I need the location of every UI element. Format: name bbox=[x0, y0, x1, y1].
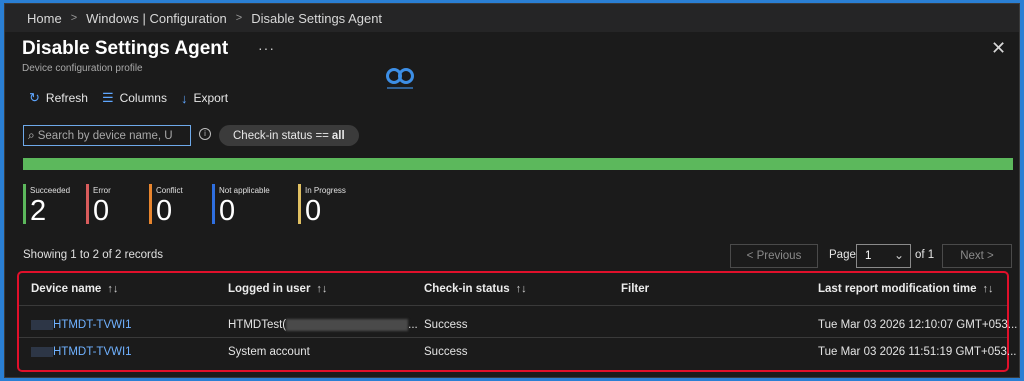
page-title: Disable Settings Agent bbox=[22, 38, 229, 59]
stat-label: Succeeded bbox=[30, 186, 71, 195]
stat-value: 0 bbox=[219, 195, 236, 227]
stat-value: 2 bbox=[30, 195, 47, 227]
stat-bar bbox=[23, 184, 26, 224]
breadcrumb-windows-configuration[interactable]: Windows | Configuration bbox=[86, 11, 227, 26]
stat-conflict[interactable]: Conflict 0 bbox=[149, 184, 212, 226]
search-input[interactable] bbox=[37, 129, 184, 142]
stat-not-applicable[interactable]: Not applicable 0 bbox=[212, 184, 298, 226]
breadcrumb: Home > Windows | Configuration > Disable… bbox=[5, 4, 1019, 32]
stat-label: Not applicable bbox=[219, 186, 270, 195]
export-button[interactable]: ↓ Export bbox=[181, 91, 228, 106]
table-row[interactable]: HTMDT-TVWI1 System account Success Tue M… bbox=[19, 338, 1017, 365]
page-current: 1 bbox=[865, 250, 872, 262]
table-header: Device name ↑↓ Logged in user ↑↓ Check-in … bbox=[19, 273, 1007, 306]
close-icon[interactable]: ✕ bbox=[991, 38, 1006, 59]
watermark-logo bbox=[386, 68, 414, 89]
device-name-link[interactable]: HTMDT-TVWI1 bbox=[31, 319, 132, 331]
filter-value: all bbox=[331, 129, 345, 142]
logged-in-user: HTMDTest(... bbox=[228, 319, 418, 332]
stat-label: In Progress bbox=[305, 186, 346, 195]
redacted-prefix bbox=[31, 346, 53, 357]
page-label: Page bbox=[829, 249, 856, 261]
sort-icon[interactable]: ↑↓ bbox=[107, 283, 118, 295]
stat-error[interactable]: Error 0 bbox=[86, 184, 149, 226]
sort-icon[interactable]: ↑↓ bbox=[316, 283, 327, 295]
records-count: Showing 1 to 2 of 2 records bbox=[23, 249, 163, 261]
stat-label: Conflict bbox=[156, 186, 183, 195]
columns-button[interactable]: ☰ Columns bbox=[102, 90, 167, 106]
next-page-button[interactable]: Next > bbox=[942, 244, 1012, 268]
checkin-status-filter[interactable]: Check-in status == all bbox=[219, 125, 359, 146]
column-label: Device name bbox=[31, 283, 102, 295]
status-progress-bar bbox=[23, 158, 1013, 170]
breadcrumb-home[interactable]: Home bbox=[27, 11, 62, 26]
stat-bar bbox=[298, 184, 301, 224]
checkin-status: Success bbox=[424, 346, 468, 358]
previous-page-button[interactable]: < Previous bbox=[730, 244, 818, 268]
checkin-status: Success bbox=[424, 319, 468, 331]
progress-succeeded-fill bbox=[23, 158, 1013, 170]
devices-table: Device name ↑↓ Logged in user ↑↓ Check-in … bbox=[17, 271, 1017, 372]
toolbar: ↻ Refresh ☰ Columns ↓ Export bbox=[29, 90, 242, 106]
column-header-checkin-status[interactable]: Check-in status ↑↓ bbox=[424, 283, 527, 295]
refresh-label: Refresh bbox=[45, 91, 88, 105]
logged-in-user: System account bbox=[228, 346, 310, 358]
column-header-filter: Filter bbox=[621, 283, 649, 295]
stat-value: 0 bbox=[156, 195, 173, 227]
page-subtitle: Device configuration profile bbox=[22, 63, 143, 74]
page-select[interactable]: 1 ⌄ bbox=[856, 244, 911, 268]
column-header-last-report-time[interactable]: Last report modification time ↑↓ bbox=[818, 283, 993, 295]
column-label: Last report modification time bbox=[818, 283, 977, 295]
info-icon[interactable]: i bbox=[199, 128, 211, 140]
refresh-icon: ↻ bbox=[29, 90, 40, 105]
last-report-time: Tue Mar 03 2026 11:51:19 GMT+053... bbox=[818, 346, 1017, 358]
status-summary: Succeeded 2 Error 0 Conflict 0 Not appli… bbox=[23, 184, 384, 226]
search-box[interactable]: ⌕ bbox=[23, 125, 191, 146]
chevron-down-icon: ⌄ bbox=[893, 248, 904, 262]
chevron-right-icon: > bbox=[235, 12, 243, 24]
page-total: of 1 bbox=[915, 249, 935, 261]
stat-succeeded[interactable]: Succeeded 2 bbox=[23, 184, 86, 226]
stat-value: 0 bbox=[93, 195, 110, 227]
column-header-logged-in-user[interactable]: Logged in user ↑↓ bbox=[228, 283, 327, 295]
refresh-button[interactable]: ↻ Refresh bbox=[29, 90, 88, 106]
sort-icon[interactable]: ↑↓ bbox=[982, 283, 993, 295]
stat-label: Error bbox=[93, 186, 111, 195]
stat-bar bbox=[212, 184, 215, 224]
columns-icon: ☰ bbox=[101, 90, 114, 105]
stat-bar bbox=[86, 184, 89, 224]
redacted-prefix bbox=[31, 319, 53, 330]
table-row[interactable]: HTMDT-TVWI1 HTMDTest(... Success Tue Mar… bbox=[19, 311, 1017, 338]
last-report-time: Tue Mar 03 2026 12:10:07 GMT+053... bbox=[818, 319, 1018, 331]
columns-label: Columns bbox=[119, 91, 167, 105]
column-label: Check-in status bbox=[424, 283, 510, 295]
redacted-username bbox=[286, 319, 409, 331]
stat-bar bbox=[149, 184, 152, 224]
breadcrumb-current[interactable]: Disable Settings Agent bbox=[251, 11, 382, 26]
sort-icon[interactable]: ↑↓ bbox=[516, 283, 527, 295]
search-icon: ⌕ bbox=[28, 128, 35, 142]
filter-prefix: Check-in status == bbox=[233, 129, 329, 142]
chevron-right-icon: > bbox=[70, 12, 78, 24]
stat-value: 0 bbox=[305, 195, 322, 227]
stat-in-progress[interactable]: In Progress 0 bbox=[298, 184, 384, 226]
download-icon: ↓ bbox=[180, 90, 188, 106]
column-label: Filter bbox=[621, 283, 650, 295]
column-label: Logged in user bbox=[228, 283, 311, 295]
column-header-device-name[interactable]: Device name ↑↓ bbox=[31, 283, 118, 295]
device-name-link[interactable]: HTMDT-TVWI1 bbox=[31, 346, 132, 358]
more-options-icon[interactable]: ··· bbox=[258, 40, 275, 56]
configuration-window: Home > Windows | Configuration > Disable… bbox=[4, 3, 1020, 378]
export-label: Export bbox=[193, 91, 229, 105]
